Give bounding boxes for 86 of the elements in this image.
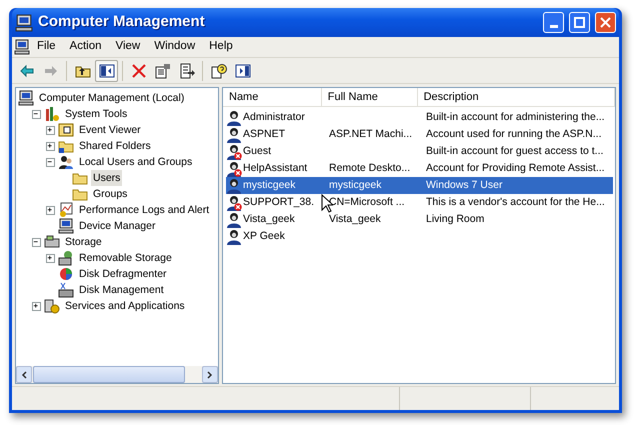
tree-item[interactable]: Computer Management (Local): [37, 90, 186, 106]
storage-icon: [44, 234, 60, 250]
log-icon: [58, 122, 74, 138]
column-header[interactable]: Full Name: [322, 88, 418, 106]
computer-icon: [18, 90, 34, 106]
scroll-left-button[interactable]: [16, 366, 32, 383]
table-cell: mysticgeek: [329, 178, 382, 191]
user-row[interactable]: Vista_geek Vista_geek Living Room: [226, 211, 613, 228]
collapse-toggle[interactable]: [46, 158, 55, 166]
plus-icon: [47, 126, 54, 134]
show-tree-icon[interactable]: [95, 60, 118, 82]
table-cell-text: ASPNET: [243, 126, 286, 142]
minimize-icon: [550, 25, 558, 28]
tree-item[interactable]: Disk Management: [77, 282, 166, 298]
menu-item[interactable]: File: [30, 38, 63, 56]
removable-storage-icon: [58, 250, 74, 266]
expand-toggle[interactable]: [46, 254, 55, 262]
users-icon: [58, 154, 74, 170]
table-cell-text: mysticgeek: [243, 178, 296, 193]
maximize-icon: [574, 17, 585, 28]
user-row[interactable]: XP Geek: [226, 228, 613, 245]
tree-item[interactable]: Groups: [91, 186, 130, 202]
plus-icon: [47, 254, 54, 262]
expand-toggle[interactable]: [46, 126, 55, 134]
table-cell: Living Room: [426, 212, 484, 225]
tree-item[interactable]: Event Viewer: [77, 122, 143, 138]
table-cell-text: Guest: [243, 144, 272, 159]
tree-item[interactable]: Services and Applications: [63, 298, 187, 314]
table-cell: Built-in account for administering the...: [426, 110, 605, 123]
table-cell: Account for Providing Remote Assist...: [426, 162, 605, 174]
plus-icon: [33, 302, 40, 310]
table-cell-text: HelpAssistant: [243, 160, 308, 176]
table-cell-text: XP Geek: [243, 228, 285, 244]
expand-toggle[interactable]: [32, 302, 41, 310]
table-cell: Account used for running the ASP.N...: [426, 128, 602, 140]
menu-item[interactable]: Window: [147, 38, 202, 56]
tree-item[interactable]: System Tools: [63, 106, 130, 122]
tree-item[interactable]: Users: [91, 170, 122, 186]
tree-item[interactable]: Shared Folders: [77, 138, 153, 154]
app-icon: [15, 14, 33, 32]
scrollbar-thumb[interactable]: [33, 366, 185, 383]
left-chevron-icon: [21, 370, 27, 378]
tree-item[interactable]: Local Users and Groups: [77, 154, 194, 170]
scroll-right-button[interactable]: [202, 366, 218, 383]
table-cell: Windows 7 User: [426, 178, 502, 191]
table-cell: Built-in account for guest access to t...: [426, 144, 604, 157]
right-chevron-icon: [207, 370, 213, 378]
maximize-button[interactable]: [569, 12, 590, 33]
table-cell: ASP.NET Machi...: [329, 128, 412, 140]
user-row[interactable]: ASPNET ASP.NET Machi... Account used for running the ASP.N...: [226, 126, 613, 143]
expand-toggle[interactable]: [46, 206, 55, 214]
menu-item[interactable]: View: [108, 38, 148, 56]
table-cell-text: Vista_geek: [243, 212, 295, 227]
menu-item[interactable]: Action: [62, 38, 108, 56]
table-cell-text: Administrator: [243, 110, 305, 125]
plus-icon: [47, 206, 54, 214]
plus-icon: [47, 142, 54, 150]
table-cell: CN=Microsoft ...: [329, 196, 405, 208]
table-cell: Remote Deskto...: [329, 162, 410, 174]
collapse-toggle[interactable]: [32, 238, 41, 246]
tree-item[interactable]: Device Manager: [77, 218, 158, 234]
window-title: Computer Management: [38, 12, 206, 32]
tree-item[interactable]: Removable Storage: [77, 250, 174, 266]
column-header[interactable]: Name: [223, 88, 322, 106]
table-cell: Vista_geek: [329, 212, 381, 225]
services-icon: [44, 298, 60, 314]
menu-item[interactable]: Help: [202, 38, 240, 56]
close-icon: [600, 17, 611, 28]
tree-item[interactable]: Disk Defragmenter: [77, 266, 169, 282]
table-cell-text: SUPPORT_38.: [243, 194, 314, 210]
user-row[interactable]: Administrator Built-in account for administering the...: [226, 109, 613, 126]
disk-icon: [58, 282, 74, 298]
table-cell: This is a vendor's account for the He...: [426, 196, 605, 208]
tree-item[interactable]: Storage: [63, 234, 104, 250]
user-row[interactable]: mysticgeek mysticgeek Windows 7 User: [226, 177, 613, 194]
collapse-toggle[interactable]: [32, 110, 41, 118]
tools-icon: [44, 106, 60, 122]
close-button[interactable]: [595, 12, 616, 33]
expand-toggle[interactable]: [46, 142, 55, 150]
menu-app-icon: [14, 39, 30, 55]
minimize-button[interactable]: [543, 12, 564, 33]
tree-item[interactable]: Performance Logs and Alert: [77, 202, 212, 218]
column-header[interactable]: Description: [418, 88, 615, 106]
device-icon: [58, 218, 74, 234]
defrag-icon: [58, 266, 74, 282]
chart-icon: [58, 202, 74, 218]
